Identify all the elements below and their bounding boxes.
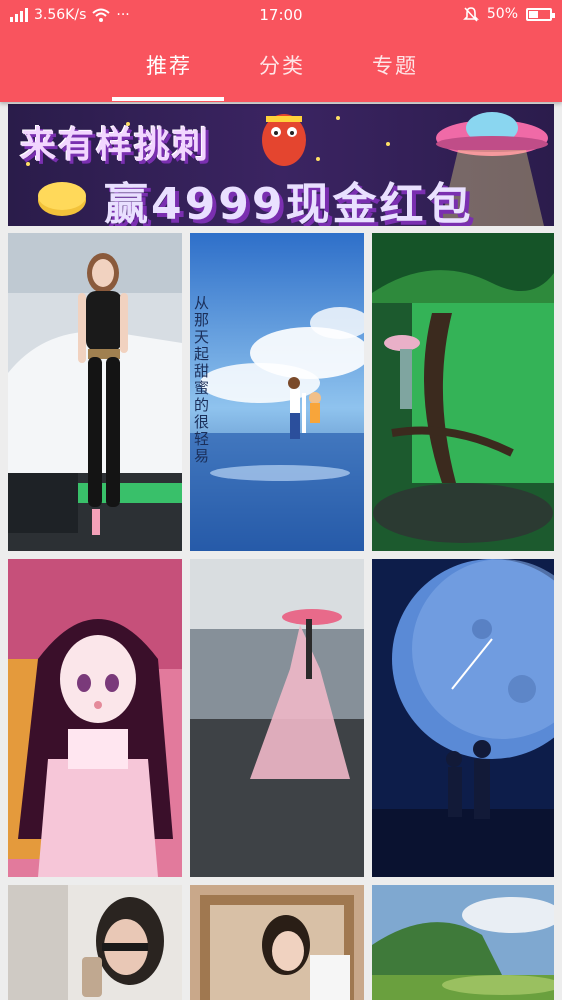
top-bar: 3.56K/s ··· 17:00 50% 推荐 分类 专题	[0, 0, 562, 102]
banner-title: 来有样挑刺	[20, 125, 211, 166]
wallpaper-thumbnail[interactable]	[372, 233, 554, 551]
wallpaper-image	[372, 559, 554, 877]
wallpaper-thumbnail[interactable]	[8, 885, 182, 1000]
tab-bar: 推荐 分类 专题	[0, 32, 562, 102]
wallpaper-thumbnail[interactable]	[372, 559, 554, 877]
wallpaper-thumbnail[interactable]	[8, 233, 182, 551]
wallpaper-image	[8, 559, 182, 877]
wallpaper-image	[8, 885, 182, 1000]
wallpaper-thumbnail[interactable]	[372, 885, 554, 1000]
tab-topics[interactable]: 专题	[372, 50, 418, 80]
wallpaper-image	[190, 885, 364, 1000]
wallpaper-thumbnail[interactable]	[190, 885, 364, 1000]
wallpaper-thumbnail[interactable]	[190, 559, 364, 877]
wallpaper-image	[372, 885, 554, 1000]
battery-icon	[526, 7, 555, 21]
battery-percent: 50%	[486, 6, 518, 22]
wallpaper-image	[190, 233, 364, 551]
wallpaper-caption: 从那天起 甜蜜的很轻易	[194, 294, 210, 465]
tab-recommended[interactable]: 推荐	[146, 50, 192, 80]
active-tab-indicator	[112, 97, 224, 101]
mute-bell-icon	[462, 7, 479, 22]
wallpaper-thumbnail[interactable]: 从那天起 甜蜜的很轻易	[190, 233, 364, 551]
wallpaper-image	[8, 233, 182, 551]
wallpaper-image	[372, 233, 554, 551]
wallpaper-thumbnail[interactable]	[8, 559, 182, 877]
tab-categories[interactable]: 分类	[259, 50, 305, 80]
banner-subtitle: 赢4999现金红包	[104, 179, 474, 226]
status-bar: 3.56K/s ··· 17:00 50%	[0, 0, 562, 32]
wallpaper-image	[190, 559, 364, 877]
promo-banner[interactable]: 来有样挑刺 赢4999现金红包	[8, 104, 554, 226]
